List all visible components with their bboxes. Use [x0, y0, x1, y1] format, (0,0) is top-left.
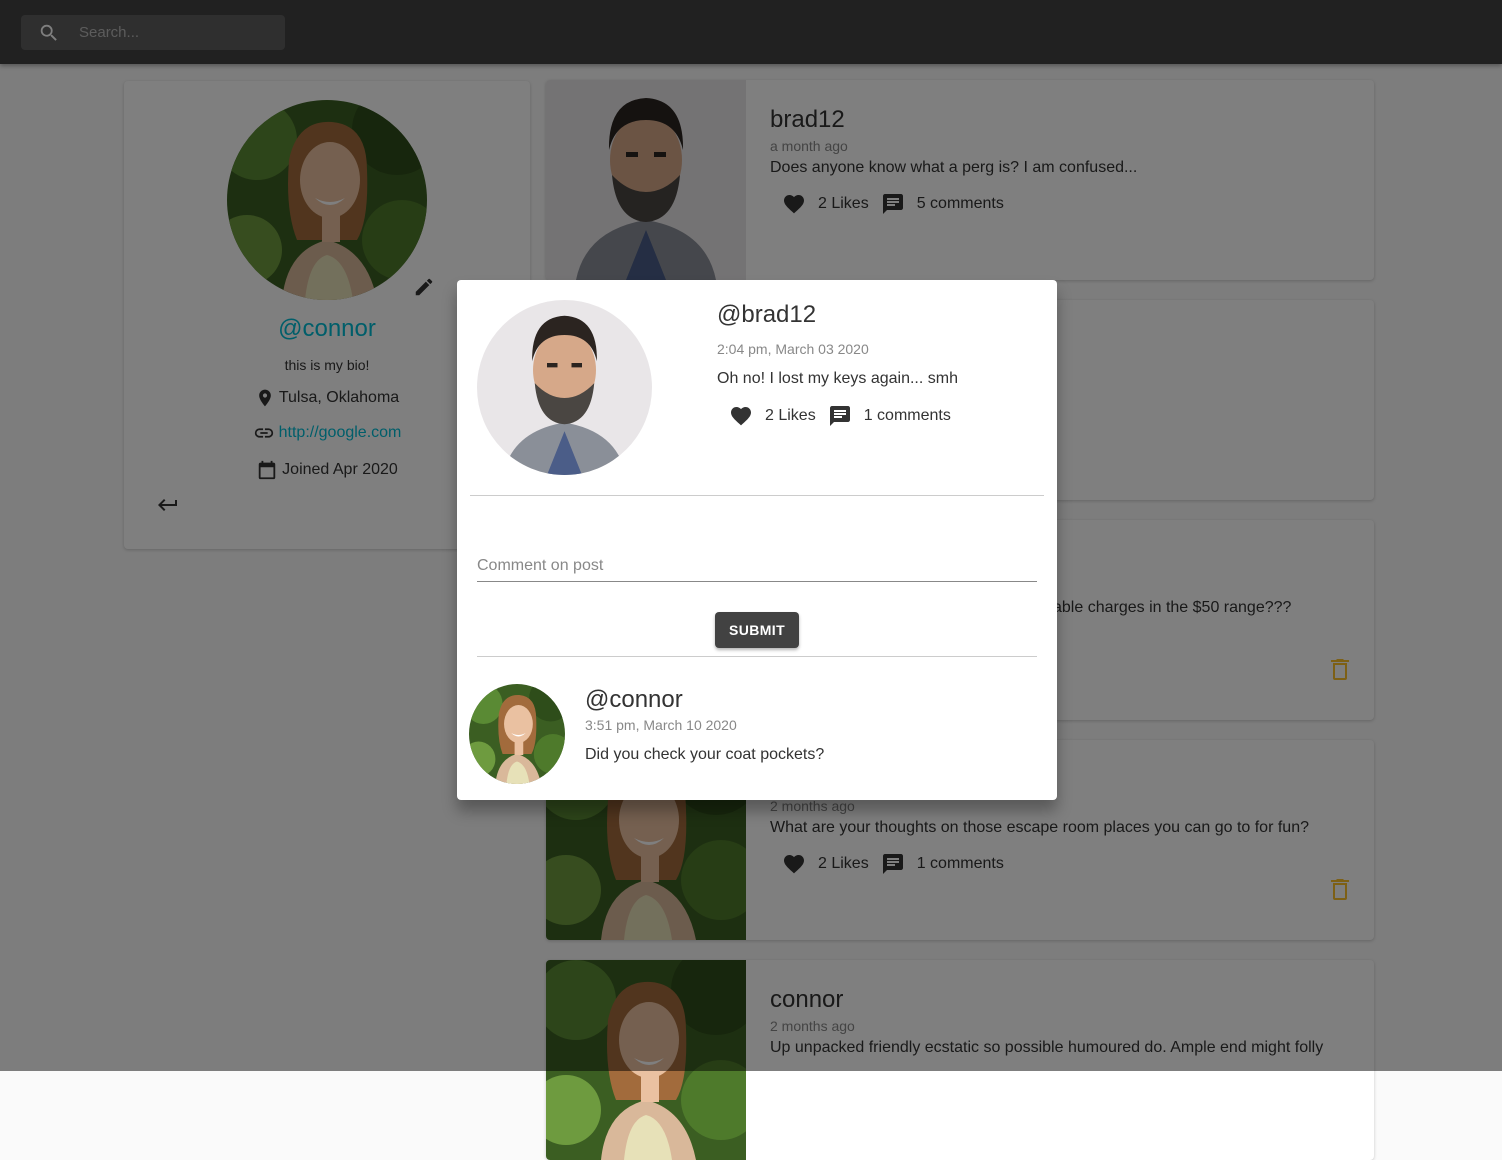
comment-body: Did you check your coat pockets? [585, 746, 825, 763]
likes-count: 2 Likes [765, 407, 816, 424]
comment-field[interactable] [477, 554, 1037, 582]
dialog-username[interactable]: @brad12 [717, 301, 816, 329]
comment-avatar[interactable] [469, 684, 565, 784]
comment-input[interactable] [477, 554, 1037, 578]
dialog-avatar[interactable] [477, 300, 652, 475]
comment-username[interactable]: @connor [585, 686, 683, 714]
post-dialog: @brad12 2:04 pm, March 03 2020 Oh no! I … [457, 280, 1057, 800]
divider [477, 656, 1037, 657]
dialog-body: Oh no! I lost my keys again... smh [717, 370, 958, 387]
divider [470, 495, 1044, 496]
dialog-actions: 2 Likes 1 comments [729, 404, 963, 428]
comment-time: 3:51 pm, March 10 2020 [585, 717, 737, 733]
submit-button[interactable]: SUBMIT [715, 612, 799, 648]
comments-count: 1 comments [863, 407, 951, 424]
chat-icon[interactable] [828, 404, 852, 428]
heart-icon[interactable] [729, 404, 753, 428]
dialog-time: 2:04 pm, March 03 2020 [717, 341, 869, 357]
